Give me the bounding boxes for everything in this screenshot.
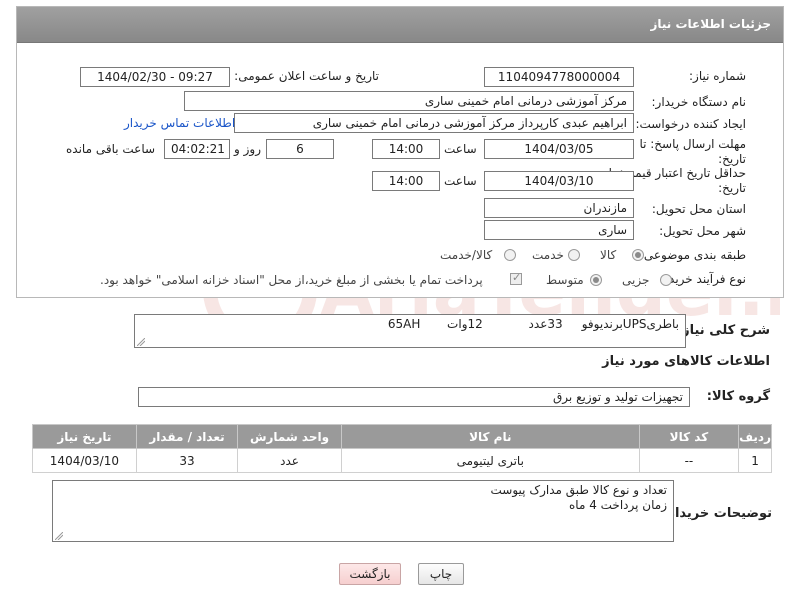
cell-quantity: 33 xyxy=(135,448,239,473)
panel-header: جزئیات اطلاعات نیاز xyxy=(17,7,783,43)
category-radio-service[interactable] xyxy=(568,249,580,261)
city-field[interactable]: ساری xyxy=(484,220,634,240)
cell-unit: عدد xyxy=(237,448,342,473)
table-row[interactable]: 1 -- باتری لیتیومی عدد 33 1404/03/10 xyxy=(32,448,772,473)
resize-handle-icon[interactable] xyxy=(137,338,145,346)
col-header-name: نام کالا xyxy=(340,424,640,449)
reply-time-label: ساعت xyxy=(444,142,477,156)
cell-name: باتری لیتیومی xyxy=(340,448,640,473)
category-radio-goods-service[interactable] xyxy=(504,249,516,261)
print-button[interactable]: چاپ xyxy=(418,563,464,585)
col-header-quantity: تعداد / مقدار xyxy=(135,424,239,449)
summary-text: باطریUPSبرندیوفو 33عدد 12وات 65AH xyxy=(387,317,679,331)
remaining-time-field[interactable]: 04:02:21 xyxy=(164,139,230,159)
requester-label: ایجاد کننده درخواست: xyxy=(635,117,746,131)
summary-label: شرح کلی نیاز: xyxy=(676,323,770,338)
days-label: روز و xyxy=(234,142,261,156)
need-number-field[interactable]: 1104094778000004 xyxy=(484,67,634,87)
process-minor-label: جزیی xyxy=(622,273,650,287)
city-label: شهر محل تحویل: xyxy=(659,224,746,238)
buyer-org-label: نام دستگاه خریدار: xyxy=(651,95,747,109)
category-goods-service-label: کالا/خدمت xyxy=(440,248,493,262)
process-radio-medium[interactable] xyxy=(590,274,602,286)
page-title: جزئیات اطلاعات نیاز xyxy=(650,17,771,31)
reply-time-field[interactable]: 14:00 xyxy=(372,139,440,159)
announce-field[interactable]: 1404/02/30 - 09:27 xyxy=(80,67,230,87)
reply-deadline-label: مهلت ارسال پاسخ: تا تاریخ: xyxy=(639,137,746,166)
col-header-row-number: ردیف xyxy=(738,424,772,449)
category-service-label: خدمت xyxy=(532,248,564,262)
cell-row-number: 1 xyxy=(738,448,772,473)
goods-group-label: گروه کالا: xyxy=(706,389,770,404)
buyer-notes-line: تعداد و نوع کالا طبق مدارک پیوست xyxy=(490,483,667,497)
buyer-contact-link[interactable]: اطلاعات تماس خریدار xyxy=(124,116,235,130)
reply-date-field[interactable]: 1404/03/05 xyxy=(484,139,634,159)
treasury-checkbox[interactable] xyxy=(510,271,522,285)
need-number-label: شماره نیاز: xyxy=(689,69,746,83)
province-field[interactable]: مازندران xyxy=(484,198,634,218)
summary-field[interactable]: باطریUPSبرندیوفو 33عدد 12وات 65AH xyxy=(134,314,686,348)
col-header-unit: واحد شمارش xyxy=(237,424,342,449)
requester-field[interactable]: ابراهیم عبدی کارپرداز مرکز آموزشی درمانی… xyxy=(234,113,634,133)
back-button[interactable]: بازگشت xyxy=(339,563,401,585)
col-header-code: کد کالا xyxy=(638,424,740,449)
payment-note: پرداخت تمام یا بخشی از مبلغ خرید،از محل … xyxy=(100,273,483,287)
buyer-notes-line: زمان پرداخت 4 ماه xyxy=(569,498,667,512)
category-label: طبقه بندی موضوعی: xyxy=(639,248,746,262)
buyer-notes-label: توضیحات خریدار: xyxy=(662,506,772,521)
goods-info-title: اطلاعات کالاهای مورد نیاز xyxy=(602,354,770,369)
province-label: استان محل تحویل: xyxy=(651,202,746,216)
remaining-time-label: ساعت باقی مانده xyxy=(66,142,156,156)
cell-date: 1404/03/10 xyxy=(32,448,137,473)
resize-handle-icon[interactable] xyxy=(55,532,63,540)
announce-label: تاریخ و ساعت اعلان عمومی: xyxy=(234,69,379,83)
price-date-field[interactable]: 1404/03/10 xyxy=(484,171,634,191)
goods-table: ردیف کد کالا نام کالا واحد شمارش تعداد /… xyxy=(32,424,772,473)
buyer-notes-field[interactable]: تعداد و نوع کالا طبق مدارک پیوست زمان پر… xyxy=(52,480,674,542)
col-header-date: تاریخ نیاز xyxy=(32,424,137,449)
days-field[interactable]: 6 xyxy=(266,139,334,159)
price-time-field[interactable]: 14:00 xyxy=(372,171,440,191)
buyer-org-field[interactable]: مرکز آموزشی درمانی امام خمینی ساری xyxy=(184,91,634,111)
cell-code: -- xyxy=(638,448,740,473)
process-radio-minor[interactable] xyxy=(660,274,672,286)
table-header-row: ردیف کد کالا نام کالا واحد شمارش تعداد /… xyxy=(32,424,772,449)
process-medium-label: متوسط xyxy=(546,273,584,287)
goods-group-field[interactable]: تجهیزات تولید و توزیع برق xyxy=(138,387,690,407)
category-radio-goods[interactable] xyxy=(632,249,644,261)
price-time-label: ساعت xyxy=(444,174,477,188)
category-goods-label: کالا xyxy=(600,248,617,262)
process-label: نوع فرآیند خرید : xyxy=(661,272,746,286)
